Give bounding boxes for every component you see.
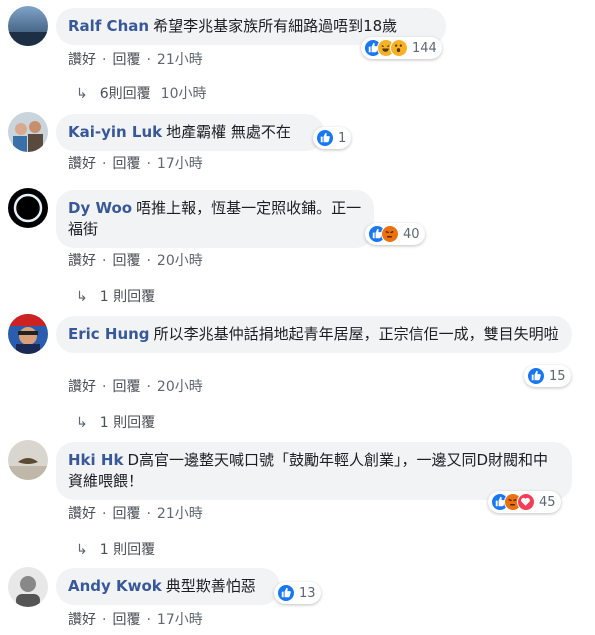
reaction-summary[interactable]: 40: [365, 223, 425, 245]
comment-timestamp[interactable]: 21小時: [157, 506, 203, 522]
like-button[interactable]: 讚好: [68, 612, 96, 628]
separator-dot: ·: [146, 253, 151, 269]
like-reaction-icon: [277, 584, 295, 602]
reply-button[interactable]: 回覆: [112, 253, 140, 269]
reaction-summary[interactable]: 1: [313, 127, 352, 149]
reply-arrow-icon: ↳: [76, 289, 88, 305]
comment-bubble: Eric Hung 所以李兆基仲話捐地起青年居屋，正宗信佢一成，雙目失明啦: [56, 316, 572, 353]
comment-thread: Ralf Chan 希望李兆基家族所有細路過唔到18歲 144 讚好 · 回覆 · 21小…: [0, 0, 595, 635]
view-replies-link[interactable]: ↳ 1 則回覆: [76, 286, 155, 306]
comment-timestamp[interactable]: 17小時: [157, 612, 203, 628]
separator-dot: ·: [102, 156, 107, 172]
avatar[interactable]: [8, 314, 48, 354]
reaction-count: 13: [299, 585, 316, 601]
comment-author[interactable]: Ralf Chan: [68, 17, 149, 35]
comment-author[interactable]: Andy Kwok: [68, 577, 162, 595]
reaction-count: 45: [539, 494, 556, 510]
view-replies-link[interactable]: ↳ 6則回覆 10小時: [76, 83, 206, 103]
like-reaction-icon: [316, 129, 334, 147]
reaction-summary[interactable]: 144: [361, 37, 442, 59]
separator-dot: ·: [102, 52, 107, 68]
reaction-summary[interactable]: 13: [274, 582, 321, 604]
reply-arrow-icon: ↳: [76, 542, 88, 558]
comment-timestamp[interactable]: 20小時: [157, 379, 203, 395]
comment-actions: 讚好 · 回覆 · 21小時: [68, 49, 203, 69]
comment-bubble: Kai-yin Luk 地產霸權 無處不在: [56, 114, 324, 151]
like-button[interactable]: 讚好: [68, 253, 96, 269]
avatar[interactable]: [8, 188, 48, 228]
reaction-count: 15: [549, 368, 566, 384]
reply-button[interactable]: 回覆: [112, 612, 140, 628]
separator-dot: ·: [102, 253, 107, 269]
comment-bubble: Andy Kwok 典型欺善怕惡: [56, 568, 280, 605]
comment-text: 典型欺善怕惡: [165, 577, 256, 595]
reply-button[interactable]: 回覆: [112, 52, 140, 68]
comment-author[interactable]: Eric Hung: [68, 325, 150, 343]
comment-timestamp[interactable]: 17小時: [157, 156, 203, 172]
view-replies-link[interactable]: ↳ 1 則回覆: [76, 412, 155, 432]
replies-label[interactable]: 1 則回覆: [100, 415, 155, 431]
comment-text: 所以李兆基仲話捐地起青年居屋，正宗信佢一成，雙目失明啦: [153, 325, 559, 343]
replies-label[interactable]: 6則回覆: [100, 86, 151, 102]
replies-timestamp: 10小時: [160, 86, 207, 102]
avatar[interactable]: [8, 112, 48, 152]
separator-dot: ·: [102, 612, 107, 628]
reaction-summary[interactable]: 45: [488, 491, 561, 513]
avatar[interactable]: [8, 6, 48, 46]
separator-dot: ·: [102, 506, 107, 522]
like-reaction-icon: [527, 367, 545, 385]
comment-timestamp[interactable]: 20小時: [157, 253, 203, 269]
separator-dot: ·: [146, 612, 151, 628]
comment-actions: 讚好 · 回覆 · 17小時: [68, 153, 203, 173]
like-button[interactable]: 讚好: [68, 379, 96, 395]
comment-author[interactable]: Kai-yin Luk: [68, 123, 162, 141]
reaction-count: 40: [403, 226, 420, 242]
comment-author[interactable]: Hki Hk: [68, 451, 123, 469]
love-reaction-icon: [517, 493, 535, 511]
reaction-count: 144: [412, 40, 437, 56]
comment-actions: 讚好 · 回覆 · 17小時: [68, 609, 203, 629]
reply-arrow-icon: ↳: [76, 86, 88, 102]
reply-button[interactable]: 回覆: [112, 156, 140, 172]
comment-actions: 讚好 · 回覆 · 20小時: [68, 376, 203, 396]
reply-button[interactable]: 回覆: [112, 506, 140, 522]
reply-arrow-icon: ↳: [76, 415, 88, 431]
separator-dot: ·: [146, 52, 151, 68]
reaction-count: 1: [338, 130, 347, 146]
avatar[interactable]: [8, 440, 48, 480]
comment-actions: 讚好 · 回覆 · 21小時: [68, 503, 203, 523]
comment-bubble: Dy Woo 唔推上報，恆基一定照收鋪。正一福街: [56, 190, 374, 248]
comment-actions: 讚好 · 回覆 · 20小時: [68, 250, 203, 270]
like-button[interactable]: 讚好: [68, 156, 96, 172]
wow-reaction-icon: [390, 39, 408, 57]
comment-author[interactable]: Dy Woo: [68, 199, 132, 217]
comment-text: D高官一邊整天喊口號「鼓勵年輕人創業」，一邊又同D財閥和中資維喂餵！: [68, 451, 549, 490]
separator-dot: ·: [146, 156, 151, 172]
angry-reaction-icon: [381, 225, 399, 243]
separator-dot: ·: [102, 379, 107, 395]
reaction-summary[interactable]: 15: [524, 365, 571, 387]
comment-timestamp[interactable]: 21小時: [157, 52, 203, 68]
comment-text: 地產霸權 無處不在: [166, 123, 291, 141]
replies-label[interactable]: 1 則回覆: [100, 289, 155, 305]
comment-text: 希望李兆基家族所有細路過唔到18歲: [153, 17, 398, 35]
separator-dot: ·: [146, 506, 151, 522]
separator-dot: ·: [146, 379, 151, 395]
like-button[interactable]: 讚好: [68, 52, 96, 68]
view-replies-link[interactable]: ↳ 1 則回覆: [76, 539, 155, 559]
like-button[interactable]: 讚好: [68, 506, 96, 522]
avatar[interactable]: [8, 567, 48, 607]
reply-button[interactable]: 回覆: [112, 379, 140, 395]
replies-label[interactable]: 1 則回覆: [100, 542, 155, 558]
